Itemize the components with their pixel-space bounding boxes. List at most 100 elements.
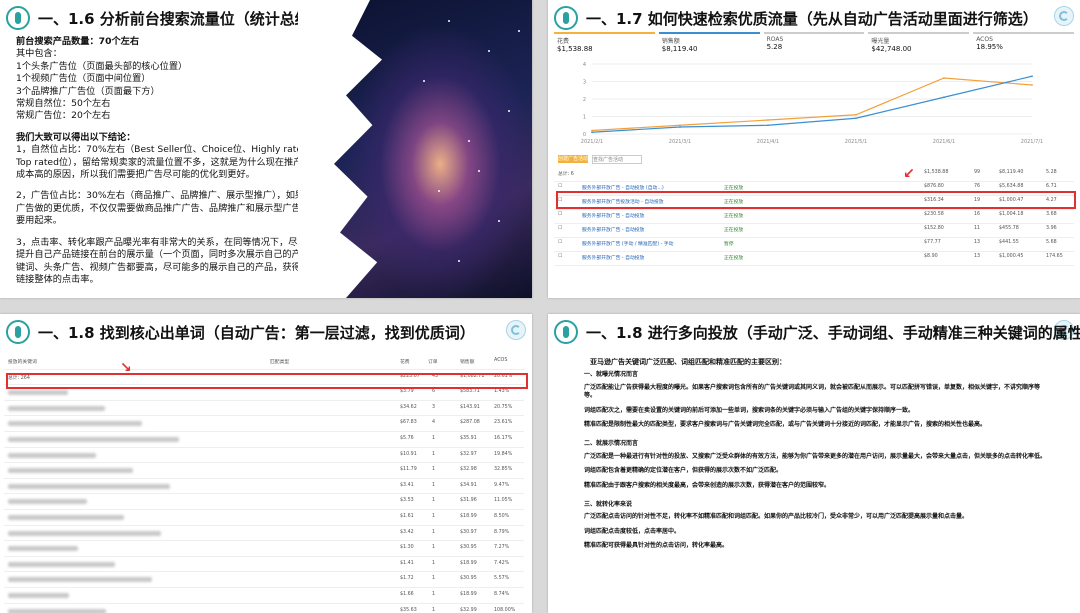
row-checkbox[interactable]: ☐ — [558, 184, 562, 189]
decor-circle-icon — [1054, 6, 1074, 26]
cell-orders: 1 — [432, 545, 436, 551]
cell-status: 正在投放 — [724, 228, 744, 233]
kpi-card[interactable]: ROAS 5.28 — [763, 32, 865, 58]
text-line: 其中包含： — [16, 48, 62, 60]
cell-roas: 3.96 — [1046, 226, 1057, 231]
col-header[interactable]: 投放的关键词 — [8, 358, 37, 365]
cell-acos: 8.79% — [494, 529, 510, 535]
cell-name[interactable]: 服务外部开放广告 - 自动投放 — [582, 226, 644, 233]
campaign-search-input[interactable]: 查找广告活动 — [592, 155, 642, 164]
data-point — [679, 126, 681, 128]
highlight-box — [6, 373, 528, 389]
cell-sales: $34.91 — [460, 482, 477, 488]
table-row[interactable]: $1.66 1 $18.99 8.74% — [4, 588, 524, 604]
y-tick-label: 4 — [583, 62, 586, 68]
cell-spend: $35.63 — [400, 607, 417, 613]
cell-acos: 20.75% — [494, 404, 513, 410]
create-campaign-button[interactable]: 创建广告活动 — [558, 155, 588, 163]
x-tick-label: 2021/5/1 — [845, 139, 867, 145]
row-checkbox[interactable]: ☐ — [558, 212, 562, 217]
table-row[interactable]: $1.41 1 $18.99 7.42% — [4, 557, 524, 573]
x-tick-label: 2021/3/1 — [669, 139, 691, 145]
section-title: 一、就曝光情况而言 — [584, 371, 639, 379]
data-point — [943, 96, 945, 99]
row-checkbox[interactable]: ☐ — [558, 254, 562, 259]
total-orders: 99 — [974, 170, 981, 175]
col-header[interactable]: 订单 — [428, 358, 438, 365]
cell-spend: $67.83 — [400, 420, 417, 426]
blurred-keyword — [8, 499, 87, 505]
cell-acos: 16.17% — [494, 435, 513, 441]
cell-sales: $143.91 — [460, 404, 480, 410]
cell-orders: 6 — [432, 389, 436, 395]
cell-sales: $32.97 — [460, 451, 477, 457]
kpi-card[interactable]: ACOS 18.95% — [973, 32, 1074, 58]
filter-bar: 创建广告活动 查找广告活动 — [554, 155, 1074, 165]
cell-orders: 1 — [432, 529, 436, 535]
row-checkbox[interactable]: ☐ — [558, 240, 562, 245]
cell-name[interactable]: 服务外部开放广告 - 自动投放 (自动...) — [582, 184, 664, 191]
series-line — [591, 77, 1033, 132]
kpi-value: $8,119.40 — [661, 45, 698, 53]
cell-orders: 76 — [974, 184, 981, 189]
table-total-row: 总计: 6 $1,538.88 99 $8,119.40 5.28 — [554, 168, 1074, 182]
cell-sales: $1,000.45 — [999, 254, 1024, 259]
blurred-keyword — [8, 405, 105, 411]
cell-acos: 8.74% — [494, 591, 510, 597]
cell-spend: $11.79 — [400, 467, 417, 473]
cell-orders: 1 — [432, 560, 436, 566]
brand-logo-icon — [6, 6, 30, 30]
section-title: 二、就展示情况而言 — [584, 440, 639, 448]
table-row[interactable]: $11.79 1 $32.98 32.85% — [4, 463, 524, 479]
cell-name[interactable]: 服务外部开放广告 - 自动投放 — [582, 212, 644, 219]
blurred-keyword — [8, 483, 170, 489]
table-row[interactable]: ☐ 服务外部开放广告 (手动 / 精准匹配) - 手动 暂停 $77.77 13 $441… — [554, 238, 1074, 252]
kpi-card[interactable]: 花费 $1,538.88 — [554, 32, 655, 58]
table-row[interactable]: $3.41 1 $34.91 9.47% — [4, 479, 524, 495]
table-row[interactable]: $1.72 1 $30.95 5.57% — [4, 572, 524, 588]
table-row[interactable]: $3.53 1 $31.96 11.05% — [4, 494, 524, 510]
table-row[interactable]: $35.63 1 $32.99 108.00% — [4, 604, 524, 613]
slide-multi-match-types: 一、1.8 进行多向投放（手动广泛、手动词组、手动精准三种关键词的属性） 亚马逊… — [548, 314, 1080, 613]
col-header[interactable]: ACOS — [494, 358, 507, 363]
red-arrow-icon: ↘ — [120, 360, 132, 376]
table-row[interactable]: $34.62 3 $143.91 20.75% — [4, 401, 524, 417]
data-point — [591, 129, 593, 132]
table-row[interactable]: $67.83 4 $287.08 23.61% — [4, 416, 524, 432]
table-row[interactable]: $10.91 1 $32.97 19.84% — [4, 448, 524, 464]
cell-spend: $8.90 — [924, 254, 938, 259]
slide-title: 一、1.6 分析前台搜索流量位（统计总结） — [38, 10, 325, 28]
text-line: 1个头条广告位（页面最头部的核心位置） — [16, 60, 188, 72]
table-row[interactable]: $3.42 1 $30.97 8.79% — [4, 526, 524, 542]
col-header[interactable]: 销售额 — [460, 358, 474, 365]
kpi-card[interactable]: 曝光量 $42,748.00 — [868, 32, 970, 58]
blurred-keyword — [8, 514, 124, 520]
table-row[interactable]: ☐ 服务外部开放广告 - 自动投放 正在投放 $230.58 16 $1,004.18 3.… — [554, 210, 1074, 224]
table-row[interactable]: ☐ 服务外部开放广告 - 自动投放 正在投放 $152.80 11 $455.78 3.96 — [554, 224, 1074, 238]
text-line: 1个视频广告位（页面中间位置） — [16, 73, 151, 85]
keyword-table: 投放的关键词 匹配类型 花费 订单 销售额 ACOS 总计: 264 $223.… — [4, 354, 524, 613]
campaign-table: 总计: 6 $1,538.88 99 $8,119.40 5.28 ☐ 服务外部开… — [554, 168, 1074, 266]
table-row[interactable]: $1.30 1 $30.95 7.27% — [4, 541, 524, 557]
slide-core-keywords: 一、1.8 找到核心出单词（自动广告：第一层过滤，找到优质词） 投放的关键词 匹… — [0, 314, 532, 613]
kpi-label: 曝光量 — [871, 38, 890, 45]
data-point — [767, 119, 769, 121]
row-checkbox[interactable]: ☐ — [558, 226, 562, 231]
cell-sales: $32.99 — [460, 607, 477, 613]
total-spend: $1,538.88 — [924, 170, 949, 175]
table-row[interactable]: $1.61 1 $18.99 8.50% — [4, 510, 524, 526]
text-line: 前台搜索产品数量：70个左右 — [16, 36, 140, 47]
cell-name[interactable]: 服务外部开放广告 - 自动投放 — [582, 254, 644, 261]
col-header[interactable]: 花费 — [400, 358, 410, 365]
cell-acos: 32.85% — [494, 467, 513, 473]
cell-roas: 3.68 — [1046, 212, 1057, 217]
brand-logo-icon — [554, 320, 578, 344]
cell-spend: $1.66 — [400, 591, 414, 597]
table-row[interactable]: ☐ 服务外部开放广告 - 自动投放 正在投放 $8.90 13 $1,000.45 174.… — [554, 252, 1074, 266]
cell-name[interactable]: 服务外部开放广告 (手动 / 精准匹配) - 手动 — [582, 240, 673, 247]
table-row[interactable]: $5.76 1 $35.91 16.17% — [4, 432, 524, 448]
paragraph: 精准匹配可获得最具针对性的点击访问，转化率最高。 — [584, 542, 729, 550]
kpi-card[interactable]: 销售额 $8,119.40 — [658, 32, 760, 58]
data-point — [679, 124, 681, 127]
col-header[interactable]: 匹配类型 — [270, 358, 289, 365]
